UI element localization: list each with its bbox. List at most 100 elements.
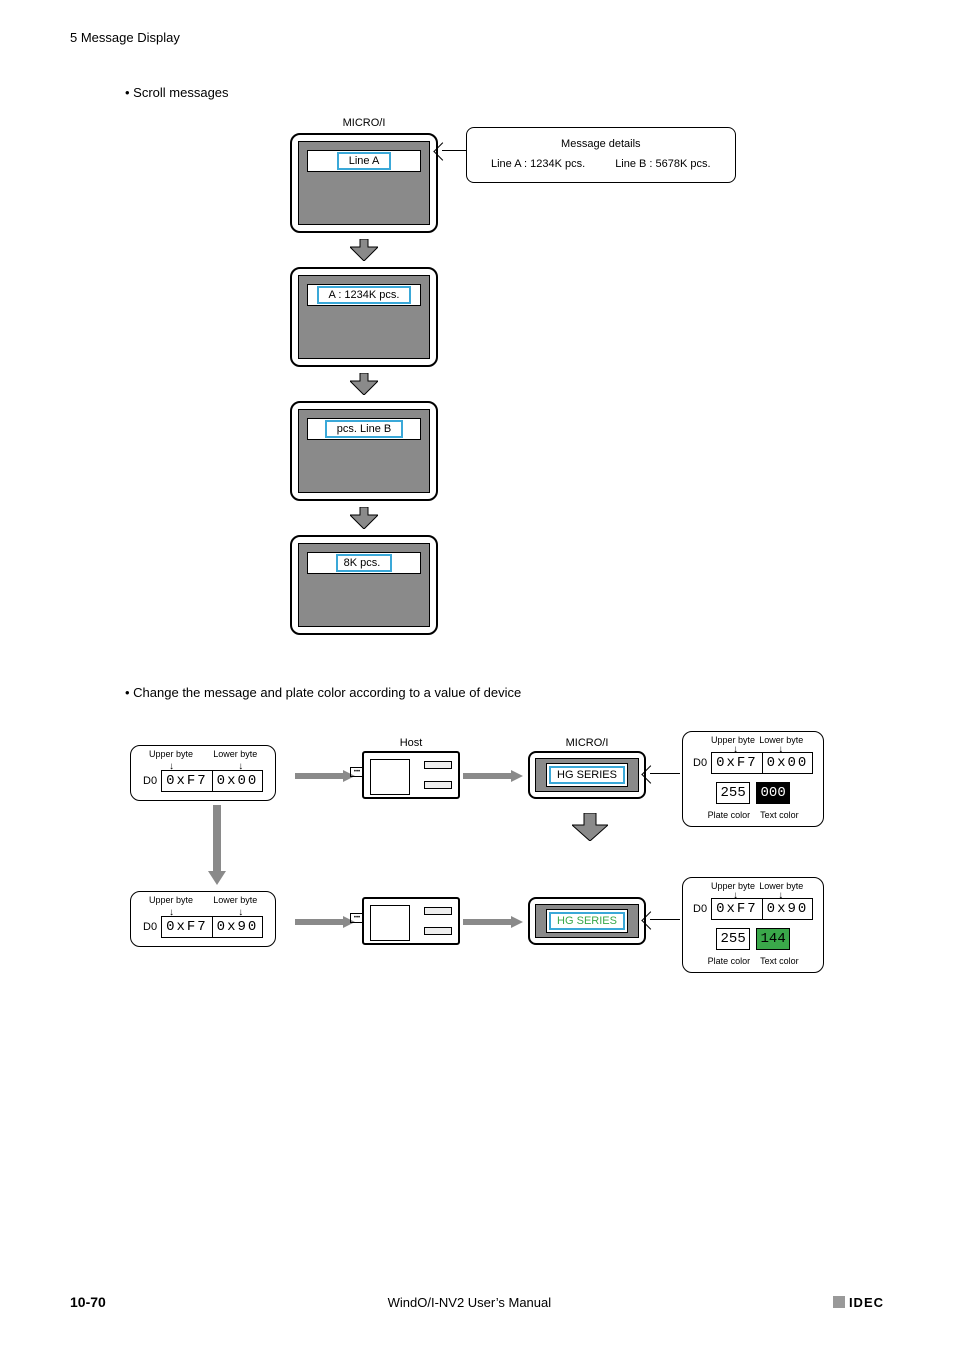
hmi-panel-4: 8K pcs. bbox=[290, 535, 438, 635]
upper-byte-label: Upper byte bbox=[149, 749, 193, 759]
arrow-right-icon bbox=[295, 916, 355, 931]
plc-slot-icon bbox=[424, 781, 452, 789]
down-arrow-icon bbox=[350, 373, 378, 395]
byte-upper-value: 0xF7 bbox=[161, 770, 212, 792]
down-arrow-small-icon: ↓ bbox=[238, 761, 243, 772]
callout-leader bbox=[650, 773, 680, 774]
upper-byte-label: Upper byte bbox=[149, 895, 193, 905]
text-color-swatch: 144 bbox=[756, 928, 790, 950]
callout-title: Message details bbox=[561, 138, 641, 150]
brand-text: IDEC bbox=[849, 1295, 884, 1310]
page-footer: 10-70 WindO/I-NV2 User’s Manual IDEC bbox=[70, 1294, 884, 1310]
d0-label: D0 bbox=[693, 757, 707, 769]
plate-color-swatch: 255 bbox=[716, 782, 750, 804]
byte-box-host-1: Upper byte Lower byte ↓ ↓ D0 0xF7 0x00 bbox=[130, 745, 276, 801]
callout-line-b: Line B : 5678K pcs. bbox=[615, 158, 710, 170]
hmi-screen: pcs. Line B bbox=[298, 409, 430, 493]
hmi-screen: 8K pcs. bbox=[298, 543, 430, 627]
byte-lower-value: 0x90 bbox=[212, 916, 264, 938]
plc-port-icon: ••• bbox=[350, 913, 364, 923]
host-label: Host bbox=[364, 737, 458, 749]
down-arrow-small-icon: ↓ bbox=[238, 907, 243, 918]
brand-square-icon bbox=[833, 1296, 845, 1308]
brand-logo: IDEC bbox=[833, 1295, 884, 1310]
bullet-scroll-messages: • Scroll messages bbox=[125, 85, 884, 100]
down-arrow-small-icon: ↓ bbox=[733, 890, 738, 901]
text-color-label: Text color bbox=[760, 810, 799, 820]
plate-color-label: Plate color bbox=[708, 956, 751, 966]
byte-box-host-2: Upper byte Lower byte ↓ ↓ D0 0xF7 0x90 bbox=[130, 891, 276, 947]
byte-upper-value: 0xF7 bbox=[711, 898, 762, 920]
hmi-panel-color-1: MICRO/I HG SERIES bbox=[528, 751, 646, 799]
plc-slot-icon bbox=[424, 761, 452, 769]
down-arrow-icon bbox=[208, 805, 226, 888]
hmi-panel-color-2: HG SERIES bbox=[528, 897, 646, 945]
down-arrow-icon bbox=[350, 239, 378, 261]
callout-leader bbox=[442, 150, 466, 151]
byte-lower-value: 0x00 bbox=[762, 752, 814, 774]
host-device-2: ••• bbox=[362, 897, 460, 945]
hmi-screen: A : 1234K pcs. bbox=[298, 275, 430, 359]
callout-leader bbox=[650, 919, 680, 920]
hmi-field-text: 8K pcs. bbox=[336, 554, 393, 572]
down-arrow-small-icon: ↓ bbox=[778, 890, 783, 901]
text-color-swatch: 000 bbox=[756, 782, 790, 804]
byte-lower-value: 0x90 bbox=[762, 898, 814, 920]
hmi-field: pcs. Line B bbox=[307, 418, 421, 440]
hmi-field: HG SERIES bbox=[546, 763, 628, 787]
plate-color-swatch: 255 bbox=[716, 928, 750, 950]
plate-color-label: Plate color bbox=[708, 810, 751, 820]
hmi-screen: HG SERIES bbox=[535, 904, 639, 938]
d0-label: D0 bbox=[693, 903, 707, 915]
callout-line-a: Line A : 1234K pcs. bbox=[491, 158, 585, 170]
hmi-text: HG SERIES bbox=[549, 912, 625, 930]
byte-lower-value: 0x00 bbox=[212, 770, 264, 792]
host-device-1: Host ••• bbox=[362, 751, 460, 799]
plc-port-icon: ••• bbox=[350, 767, 364, 777]
lower-byte-label: Lower byte bbox=[213, 895, 257, 905]
hmi-screen: Line A bbox=[298, 141, 430, 225]
down-arrow-small-icon: ↓ bbox=[733, 744, 738, 755]
plc-body-icon bbox=[370, 759, 410, 795]
scroll-diagram: MICRO/I Line A Message details Line A : … bbox=[290, 115, 810, 675]
hmi-field: 8K pcs. bbox=[307, 552, 421, 574]
message-details-callout: Message details Line A : 1234K pcs. Line… bbox=[466, 127, 736, 183]
byte-upper-value: 0xF7 bbox=[161, 916, 212, 938]
down-arrow-small-icon: ↓ bbox=[169, 761, 174, 772]
plc-slot-icon bbox=[424, 927, 452, 935]
manual-title: WindO/I-NV2 User’s Manual bbox=[106, 1295, 833, 1310]
plc-body-icon bbox=[370, 905, 410, 941]
text-color-label: Text color bbox=[760, 956, 799, 966]
plc-slot-icon bbox=[424, 907, 452, 915]
d0-label: D0 bbox=[143, 775, 157, 787]
down-arrow-icon bbox=[572, 813, 608, 841]
lower-byte-label: Lower byte bbox=[213, 749, 257, 759]
page-number: 10-70 bbox=[70, 1294, 106, 1310]
arrow-right-icon bbox=[463, 916, 523, 931]
hmi-panel-1: MICRO/I Line A bbox=[290, 133, 438, 233]
arrow-right-icon bbox=[295, 770, 355, 785]
section-header: 5 Message Display bbox=[70, 30, 884, 45]
color-diagram: Upper byte Lower byte ↓ ↓ D0 0xF7 0x00 H… bbox=[130, 715, 850, 1005]
microi-label: MICRO/I bbox=[292, 117, 436, 129]
down-arrow-icon bbox=[350, 507, 378, 529]
hmi-screen: HG SERIES bbox=[535, 758, 639, 792]
hmi-text: HG SERIES bbox=[549, 766, 625, 784]
byte-box-display-1: Upper byte Lower byte ↓ ↓ D0 0xF7 0x00 2… bbox=[682, 731, 824, 827]
down-arrow-small-icon: ↓ bbox=[169, 907, 174, 918]
byte-box-display-2: Upper byte Lower byte ↓ ↓ D0 0xF7 0x90 2… bbox=[682, 877, 824, 973]
down-arrow-small-icon: ↓ bbox=[778, 744, 783, 755]
arrow-right-icon bbox=[463, 770, 523, 785]
hmi-field: HG SERIES bbox=[546, 909, 628, 933]
byte-upper-value: 0xF7 bbox=[711, 752, 762, 774]
hmi-field: A : 1234K pcs. bbox=[307, 284, 421, 306]
hmi-field-text: pcs. Line B bbox=[325, 420, 403, 438]
microi-label: MICRO/I bbox=[530, 737, 644, 749]
hmi-panel-3: pcs. Line B bbox=[290, 401, 438, 501]
hmi-field-text: Line A bbox=[337, 152, 392, 170]
d0-label: D0 bbox=[143, 921, 157, 933]
hmi-panel-2: A : 1234K pcs. bbox=[290, 267, 438, 367]
bullet-change-color: • Change the message and plate color acc… bbox=[125, 685, 884, 700]
hmi-field: Line A bbox=[307, 150, 421, 172]
hmi-field-text: A : 1234K pcs. bbox=[317, 286, 412, 304]
